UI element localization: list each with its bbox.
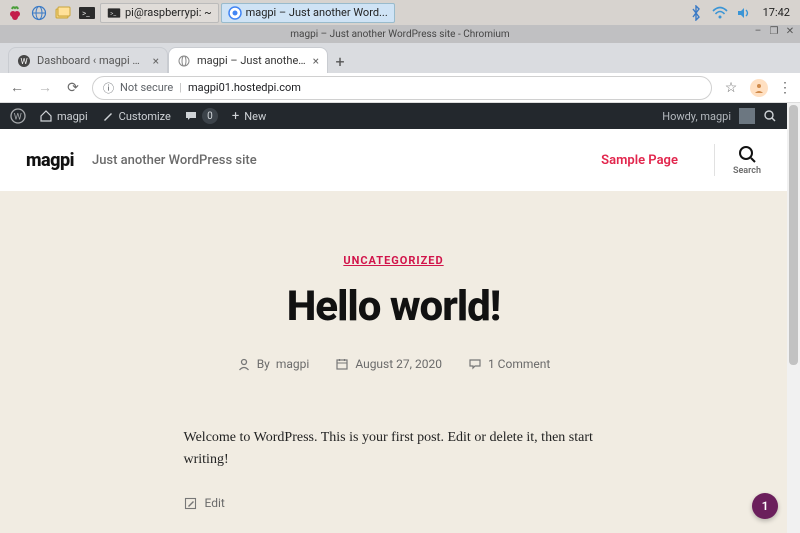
wp-logo-icon[interactable]: W	[10, 108, 26, 124]
post-category-link[interactable]: UNCATEGORIZED	[343, 254, 443, 267]
tab-close-icon[interactable]: ×	[153, 54, 159, 68]
taskbar-task-label: pi@raspberrypi: ~	[125, 6, 212, 19]
browser-toolbar: ← → ⟳ ⓘ Not secure | magpi01.hostedpi.co…	[0, 73, 800, 103]
post-content: UNCATEGORIZED Hello world! By magpi Augu…	[0, 191, 787, 533]
bluetooth-icon[interactable]	[685, 3, 707, 23]
volume-icon[interactable]	[733, 3, 755, 23]
browser-menu-button[interactable]: ⋮	[778, 80, 792, 96]
back-button[interactable]: ←	[8, 79, 26, 96]
post-body: Welcome to WordPress. This is your first…	[184, 427, 604, 470]
brush-icon	[102, 110, 114, 122]
taskbar-task-label: magpi – Just another Word...	[246, 6, 388, 19]
scrollbar-thumb[interactable]	[789, 105, 798, 365]
svg-text:>_: >_	[82, 9, 90, 18]
taskbar-task-terminal[interactable]: >_ pi@raspberrypi: ~	[100, 3, 219, 23]
wp-admin-bar: W magpi Customize 0 + New Howdy, magpi	[0, 103, 787, 129]
post-date[interactable]: August 27, 2020	[335, 357, 442, 371]
edit-label: Edit	[205, 496, 225, 510]
browser-tabstrip: W Dashboard ‹ magpi — W… × magpi – Just …	[0, 43, 800, 73]
wp-search-icon[interactable]	[763, 109, 777, 123]
window-minimize-icon[interactable]: –	[752, 26, 764, 37]
plus-icon: +	[232, 109, 239, 124]
post-author[interactable]: By magpi	[237, 357, 310, 371]
tab-close-icon[interactable]: ×	[313, 54, 319, 68]
wp-customize-link[interactable]: Customize	[102, 110, 171, 123]
browser-tab-active[interactable]: magpi – Just another W… ×	[168, 47, 328, 73]
wp-site-link[interactable]: magpi	[40, 110, 88, 123]
site-title[interactable]: magpi	[26, 150, 74, 171]
wp-user-avatar[interactable]	[739, 108, 755, 124]
site-favicon-icon	[177, 54, 191, 68]
files-icon[interactable]	[52, 3, 74, 23]
site-search-button[interactable]: Search	[714, 144, 761, 176]
svg-text:W: W	[21, 57, 28, 66]
notifications-fab[interactable]: 1	[752, 493, 778, 519]
post-meta: By magpi August 27, 2020 1 Comment	[0, 357, 787, 371]
post-comments-link[interactable]: 1 Comment	[468, 357, 550, 371]
author-name: magpi	[276, 357, 309, 371]
browser-tab[interactable]: W Dashboard ‹ magpi — W… ×	[8, 47, 168, 73]
wp-site-name: magpi	[57, 110, 88, 123]
raspberry-menu-icon[interactable]	[4, 3, 26, 23]
search-icon	[737, 144, 757, 164]
nav-sample-page[interactable]: Sample Page	[601, 153, 678, 168]
globe-icon[interactable]	[28, 3, 50, 23]
wifi-icon[interactable]	[709, 3, 731, 23]
os-taskbar: >_ >_ pi@raspberrypi: ~ magpi – Just ano…	[0, 0, 800, 25]
wp-new-label: New	[244, 110, 266, 123]
comment-icon	[185, 110, 197, 122]
url-text: magpi01.hostedpi.com	[188, 81, 301, 94]
info-icon: ⓘ	[103, 80, 114, 96]
wordpress-favicon-icon: W	[17, 54, 31, 68]
clock[interactable]: 17:42	[757, 6, 796, 19]
window-maximize-icon[interactable]: ❐	[768, 26, 780, 37]
wp-customize-label: Customize	[119, 110, 171, 123]
author-prefix: By	[257, 357, 270, 371]
svg-text:W: W	[14, 113, 22, 123]
new-tab-button[interactable]: +	[328, 49, 352, 73]
taskbar-task-chromium[interactable]: magpi – Just another Word...	[221, 3, 395, 23]
scrollbar-vertical[interactable]	[787, 103, 800, 533]
comment-icon	[468, 357, 482, 371]
date-text: August 27, 2020	[355, 357, 442, 371]
window-titlebar: magpi – Just another WordPress site - Ch…	[0, 25, 800, 43]
profile-avatar-button[interactable]	[750, 79, 768, 97]
svg-text:>_: >_	[110, 9, 116, 17]
security-status: Not secure	[120, 81, 173, 94]
window-close-icon[interactable]: ✕	[784, 26, 796, 37]
post-title[interactable]: Hello world!	[0, 282, 787, 331]
address-bar[interactable]: ⓘ Not secure | magpi01.hostedpi.com	[92, 76, 712, 100]
edit-icon	[184, 497, 197, 510]
page-viewport: W magpi Customize 0 + New Howdy, magpi	[0, 103, 787, 533]
forward-button[interactable]: →	[36, 79, 54, 96]
browser-tab-label: magpi – Just another W…	[197, 54, 307, 67]
fab-count: 1	[762, 499, 769, 513]
site-header: magpi Just another WordPress site Sample…	[0, 129, 787, 191]
bookmark-star-icon[interactable]: ☆	[722, 80, 740, 96]
wp-comments-count: 0	[202, 108, 218, 124]
post-edit-link[interactable]: Edit	[184, 496, 604, 510]
reload-button[interactable]: ⟳	[64, 80, 82, 96]
window-title-text: magpi – Just another WordPress site - Ch…	[290, 29, 509, 40]
wp-comments-link[interactable]: 0	[185, 108, 218, 124]
home-icon	[40, 110, 52, 122]
terminal-icon[interactable]: >_	[76, 3, 98, 23]
person-icon	[237, 357, 251, 371]
site-search-label: Search	[733, 166, 761, 176]
comments-text: 1 Comment	[488, 357, 550, 371]
wp-new-link[interactable]: + New	[232, 109, 266, 124]
browser-tab-label: Dashboard ‹ magpi — W…	[37, 54, 147, 67]
calendar-icon	[335, 357, 349, 371]
site-tagline: Just another WordPress site	[92, 153, 257, 168]
wp-greeting[interactable]: Howdy, magpi	[662, 110, 731, 123]
